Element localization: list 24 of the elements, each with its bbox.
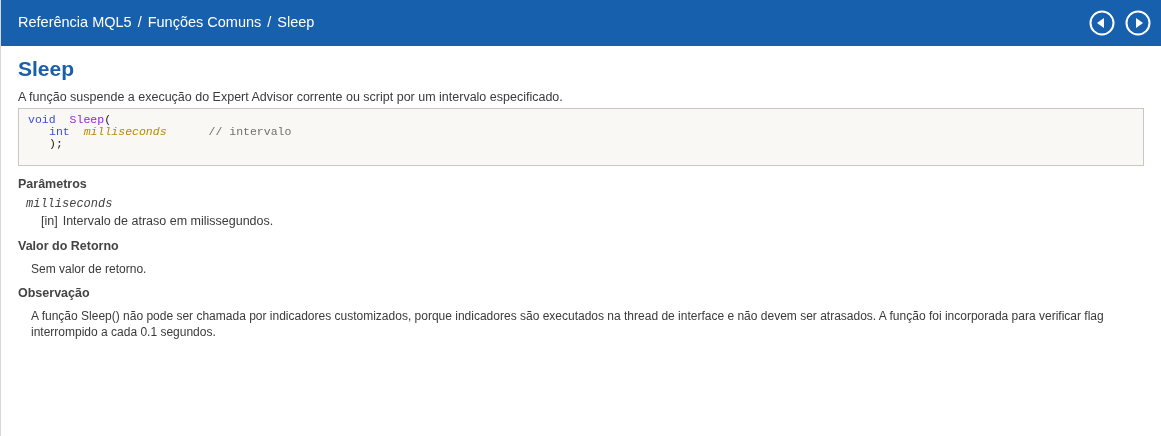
breadcrumb-link[interactable]: Funções Comuns <box>147 12 262 34</box>
parameter-name: milliseconds <box>25 197 114 212</box>
breadcrumb-separator: / <box>137 13 142 33</box>
previous-button[interactable] <box>1089 10 1115 36</box>
breadcrumb-link[interactable]: Referência MQL5 <box>18 12 132 34</box>
section-heading: Parâmetros <box>18 176 88 192</box>
parameter-description: Intervalo de atraso em milissegundos. <box>62 213 274 230</box>
code-token: void <box>28 114 56 126</box>
code-token: ); <box>49 138 63 150</box>
parameter-direction: [in] <box>41 213 58 230</box>
code-token: Sleep <box>69 114 105 126</box>
section-text: A função Sleep() não pode ser chamada por indicadores customizados, porque indicadores são executados na thread de interface e não devem ser atrasados. A função foi incorporada para verificar flag interrompido a cada 0.1 segundos. <box>30 308 1105 340</box>
page-title: Sleep <box>18 56 76 82</box>
section-heading: Valor do Retorno <box>18 238 120 254</box>
breadcrumb-separator: / <box>267 13 272 33</box>
code-token: int <box>49 126 70 138</box>
next-button[interactable] <box>1125 10 1151 36</box>
section-text: Sem valor de retorno. <box>30 261 148 277</box>
breadcrumb-link[interactable]: Sleep <box>277 12 315 34</box>
section-heading: Observação <box>18 285 91 301</box>
code-token: // intervalo <box>208 126 292 138</box>
code-token: ( <box>104 114 112 126</box>
code-token: milliseconds <box>83 126 167 138</box>
description: A função suspende a execução do Expert Advisor corrente ou script por um intervalo especificado. <box>18 89 564 105</box>
